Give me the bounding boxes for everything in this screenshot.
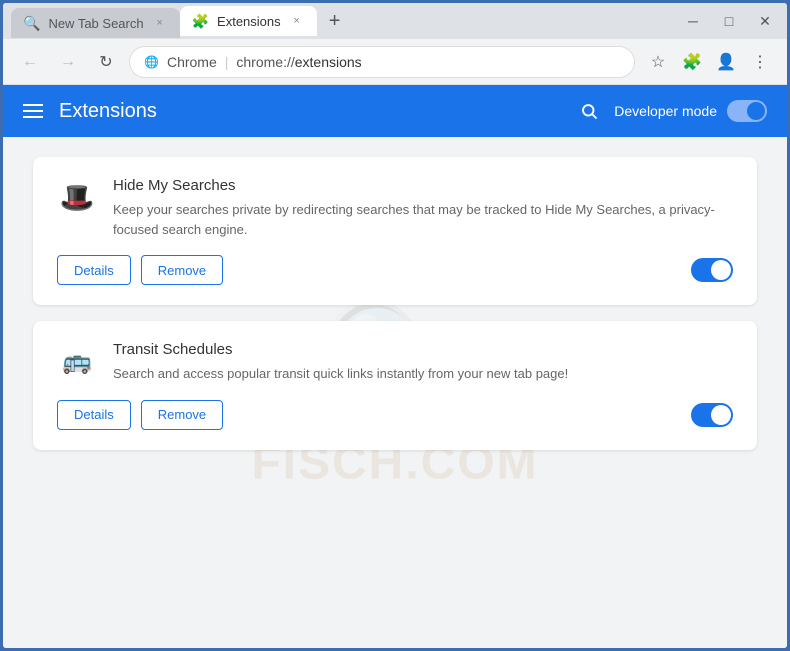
developer-mode-toggle[interactable]	[727, 100, 767, 122]
extension-name-transit-schedules: Transit Schedules	[113, 341, 733, 358]
tab-new-tab-search-close[interactable]: ×	[152, 15, 168, 31]
tab-search-icon: 🔍	[23, 15, 40, 32]
extension-details-button-transit-schedules[interactable]: Details	[57, 400, 131, 430]
profile-button[interactable]: 👤	[711, 47, 741, 77]
url-scheme: chrome://	[236, 54, 294, 70]
extension-footer-transit-schedules: Details Remove	[57, 400, 733, 430]
extension-remove-button-transit-schedules[interactable]: Remove	[141, 400, 223, 430]
maximize-button[interactable]: □	[715, 7, 743, 35]
omnibox[interactable]: 🌐 Chrome | chrome://extensions	[129, 46, 635, 78]
address-bar: ← → ↻ 🌐 Chrome | chrome://extensions ☆ 🧩…	[3, 39, 787, 85]
hamburger-menu-button[interactable]	[23, 104, 43, 118]
site-name: Chrome	[167, 54, 217, 70]
extensions-button[interactable]: 🧩	[677, 47, 707, 77]
extension-desc-transit-schedules: Search and access popular transit quick …	[113, 364, 733, 384]
close-button[interactable]: ✕	[751, 7, 779, 35]
extension-name-hide-my-searches: Hide My Searches	[113, 177, 733, 194]
extension-details-button-hide-my-searches[interactable]: Details	[57, 255, 131, 285]
menu-button[interactable]: ⋮	[745, 47, 775, 77]
back-button[interactable]: ←	[15, 47, 45, 77]
toolbar-icons: ☆ 🧩 👤 ⋮	[643, 47, 775, 77]
developer-mode-section: Developer mode	[574, 96, 767, 126]
extension-info-hide-my-searches: Hide My Searches Keep your searches priv…	[113, 177, 733, 239]
url-display: chrome://extensions	[236, 54, 361, 70]
extensions-header: Extensions Developer mode	[3, 85, 787, 137]
title-bar: 🔍 New Tab Search × 🧩 Extensions × + ─ □ …	[3, 3, 787, 39]
url-separator: |	[225, 54, 229, 70]
extensions-search-button[interactable]	[574, 96, 604, 126]
extension-remove-button-hide-my-searches[interactable]: Remove	[141, 255, 223, 285]
minimize-button[interactable]: ─	[679, 7, 707, 35]
extension-toggle-transit-schedules[interactable]	[691, 403, 733, 427]
tab-extensions-close[interactable]: ×	[289, 13, 305, 29]
tab-new-tab-search-label: New Tab Search	[48, 16, 143, 31]
window-controls: ─ □ ✕	[679, 7, 779, 35]
extension-toggle-hide-my-searches[interactable]	[691, 258, 733, 282]
extension-desc-hide-my-searches: Keep your searches private by redirectin…	[113, 200, 733, 239]
tab-extensions[interactable]: 🧩 Extensions ×	[180, 6, 317, 36]
tab-extensions-label: Extensions	[217, 14, 281, 29]
new-tab-button[interactable]: +	[321, 7, 349, 35]
url-path: extensions	[295, 54, 362, 70]
site-security-icon: 🌐	[144, 55, 159, 69]
extension-icon-transit-schedules: 🚌	[57, 341, 97, 381]
extension-header-hide-my-searches: 🎩 Hide My Searches Keep your searches pr…	[57, 177, 733, 239]
extension-info-transit-schedules: Transit Schedules Search and access popu…	[113, 341, 733, 384]
tab-extensions-icon: 🧩	[192, 13, 209, 30]
bookmark-button[interactable]: ☆	[643, 47, 673, 77]
developer-mode-label: Developer mode	[614, 103, 717, 119]
extension-footer-hide-my-searches: Details Remove	[57, 255, 733, 285]
extension-card-hide-my-searches: 🎩 Hide My Searches Keep your searches pr…	[33, 157, 757, 305]
extension-icon-hide-my-searches: 🎩	[57, 177, 97, 217]
browser-window: 🔍 New Tab Search × 🧩 Extensions × + ─ □ …	[0, 0, 790, 651]
extension-card-transit-schedules: 🚌 Transit Schedules Search and access po…	[33, 321, 757, 450]
extensions-content: 🔍 FISCH.COM 🎩 Hide My Searches Keep your…	[3, 137, 787, 648]
extensions-title: Extensions	[59, 100, 157, 123]
tab-new-tab-search[interactable]: 🔍 New Tab Search ×	[11, 8, 180, 38]
forward-button[interactable]: →	[53, 47, 83, 77]
refresh-button[interactable]: ↻	[91, 47, 121, 77]
extension-header-transit-schedules: 🚌 Transit Schedules Search and access po…	[57, 341, 733, 384]
